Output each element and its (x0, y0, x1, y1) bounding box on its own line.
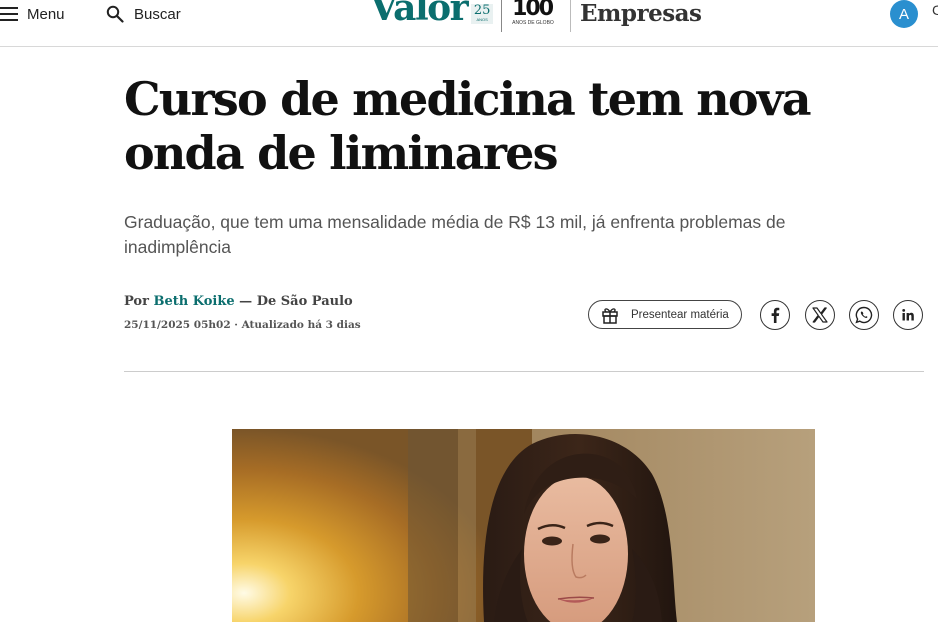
share-facebook-button[interactable] (760, 300, 790, 330)
facebook-icon (771, 307, 780, 323)
menu-label: Menu (27, 5, 65, 23)
author-link[interactable]: Beth Koike (153, 294, 234, 309)
valor-wordmark: Valor (370, 0, 469, 29)
byline: Por Beth Koike — De São Paulo (124, 294, 353, 309)
article-subtitle: Graduação, que tem uma mensalidade média… (124, 212, 786, 257)
share-x-button[interactable] (805, 300, 835, 330)
gift-article-button[interactable]: Presentear matéria (588, 300, 742, 329)
article-title: Curso de medicina tem nova onda de limin… (124, 72, 812, 180)
header-edge-text: C (932, 2, 938, 18)
valor-logo[interactable]: Valor 25 ANOS 100 ANOS DE GLOBO (370, 0, 585, 32)
section-divider (570, 0, 572, 32)
search-label: Buscar (134, 5, 181, 23)
hamburger-icon (0, 7, 18, 21)
gift-icon (602, 307, 618, 324)
menu-button[interactable]: Menu (0, 0, 65, 28)
section-link[interactable]: Empresas (580, 0, 702, 28)
globo-100-badge: 100 ANOS DE GLOBO (512, 0, 554, 26)
whatsapp-icon (855, 306, 873, 324)
share-whatsapp-button[interactable] (849, 300, 879, 330)
share-linkedin-button[interactable] (893, 300, 923, 330)
gift-label: Presentear matéria (631, 308, 729, 321)
byline-location: — De São Paulo (234, 294, 353, 309)
header-divider (124, 371, 924, 372)
search-button[interactable]: Buscar (106, 0, 181, 28)
x-icon (812, 307, 828, 323)
logo-divider (501, 0, 503, 32)
site-header: Menu Buscar Valor 25 ANOS 100 ANOS DE GL… (0, 0, 938, 47)
article-photo (232, 429, 815, 622)
user-avatar[interactable]: A (890, 0, 918, 28)
byline-prefix: Por (124, 294, 154, 309)
article-date: 25/11/2025 05h02 · Atualizado há 3 dias (124, 319, 361, 331)
linkedin-icon (902, 309, 914, 321)
search-icon (106, 5, 124, 23)
anniversary-badge: 25 ANOS (471, 4, 494, 24)
